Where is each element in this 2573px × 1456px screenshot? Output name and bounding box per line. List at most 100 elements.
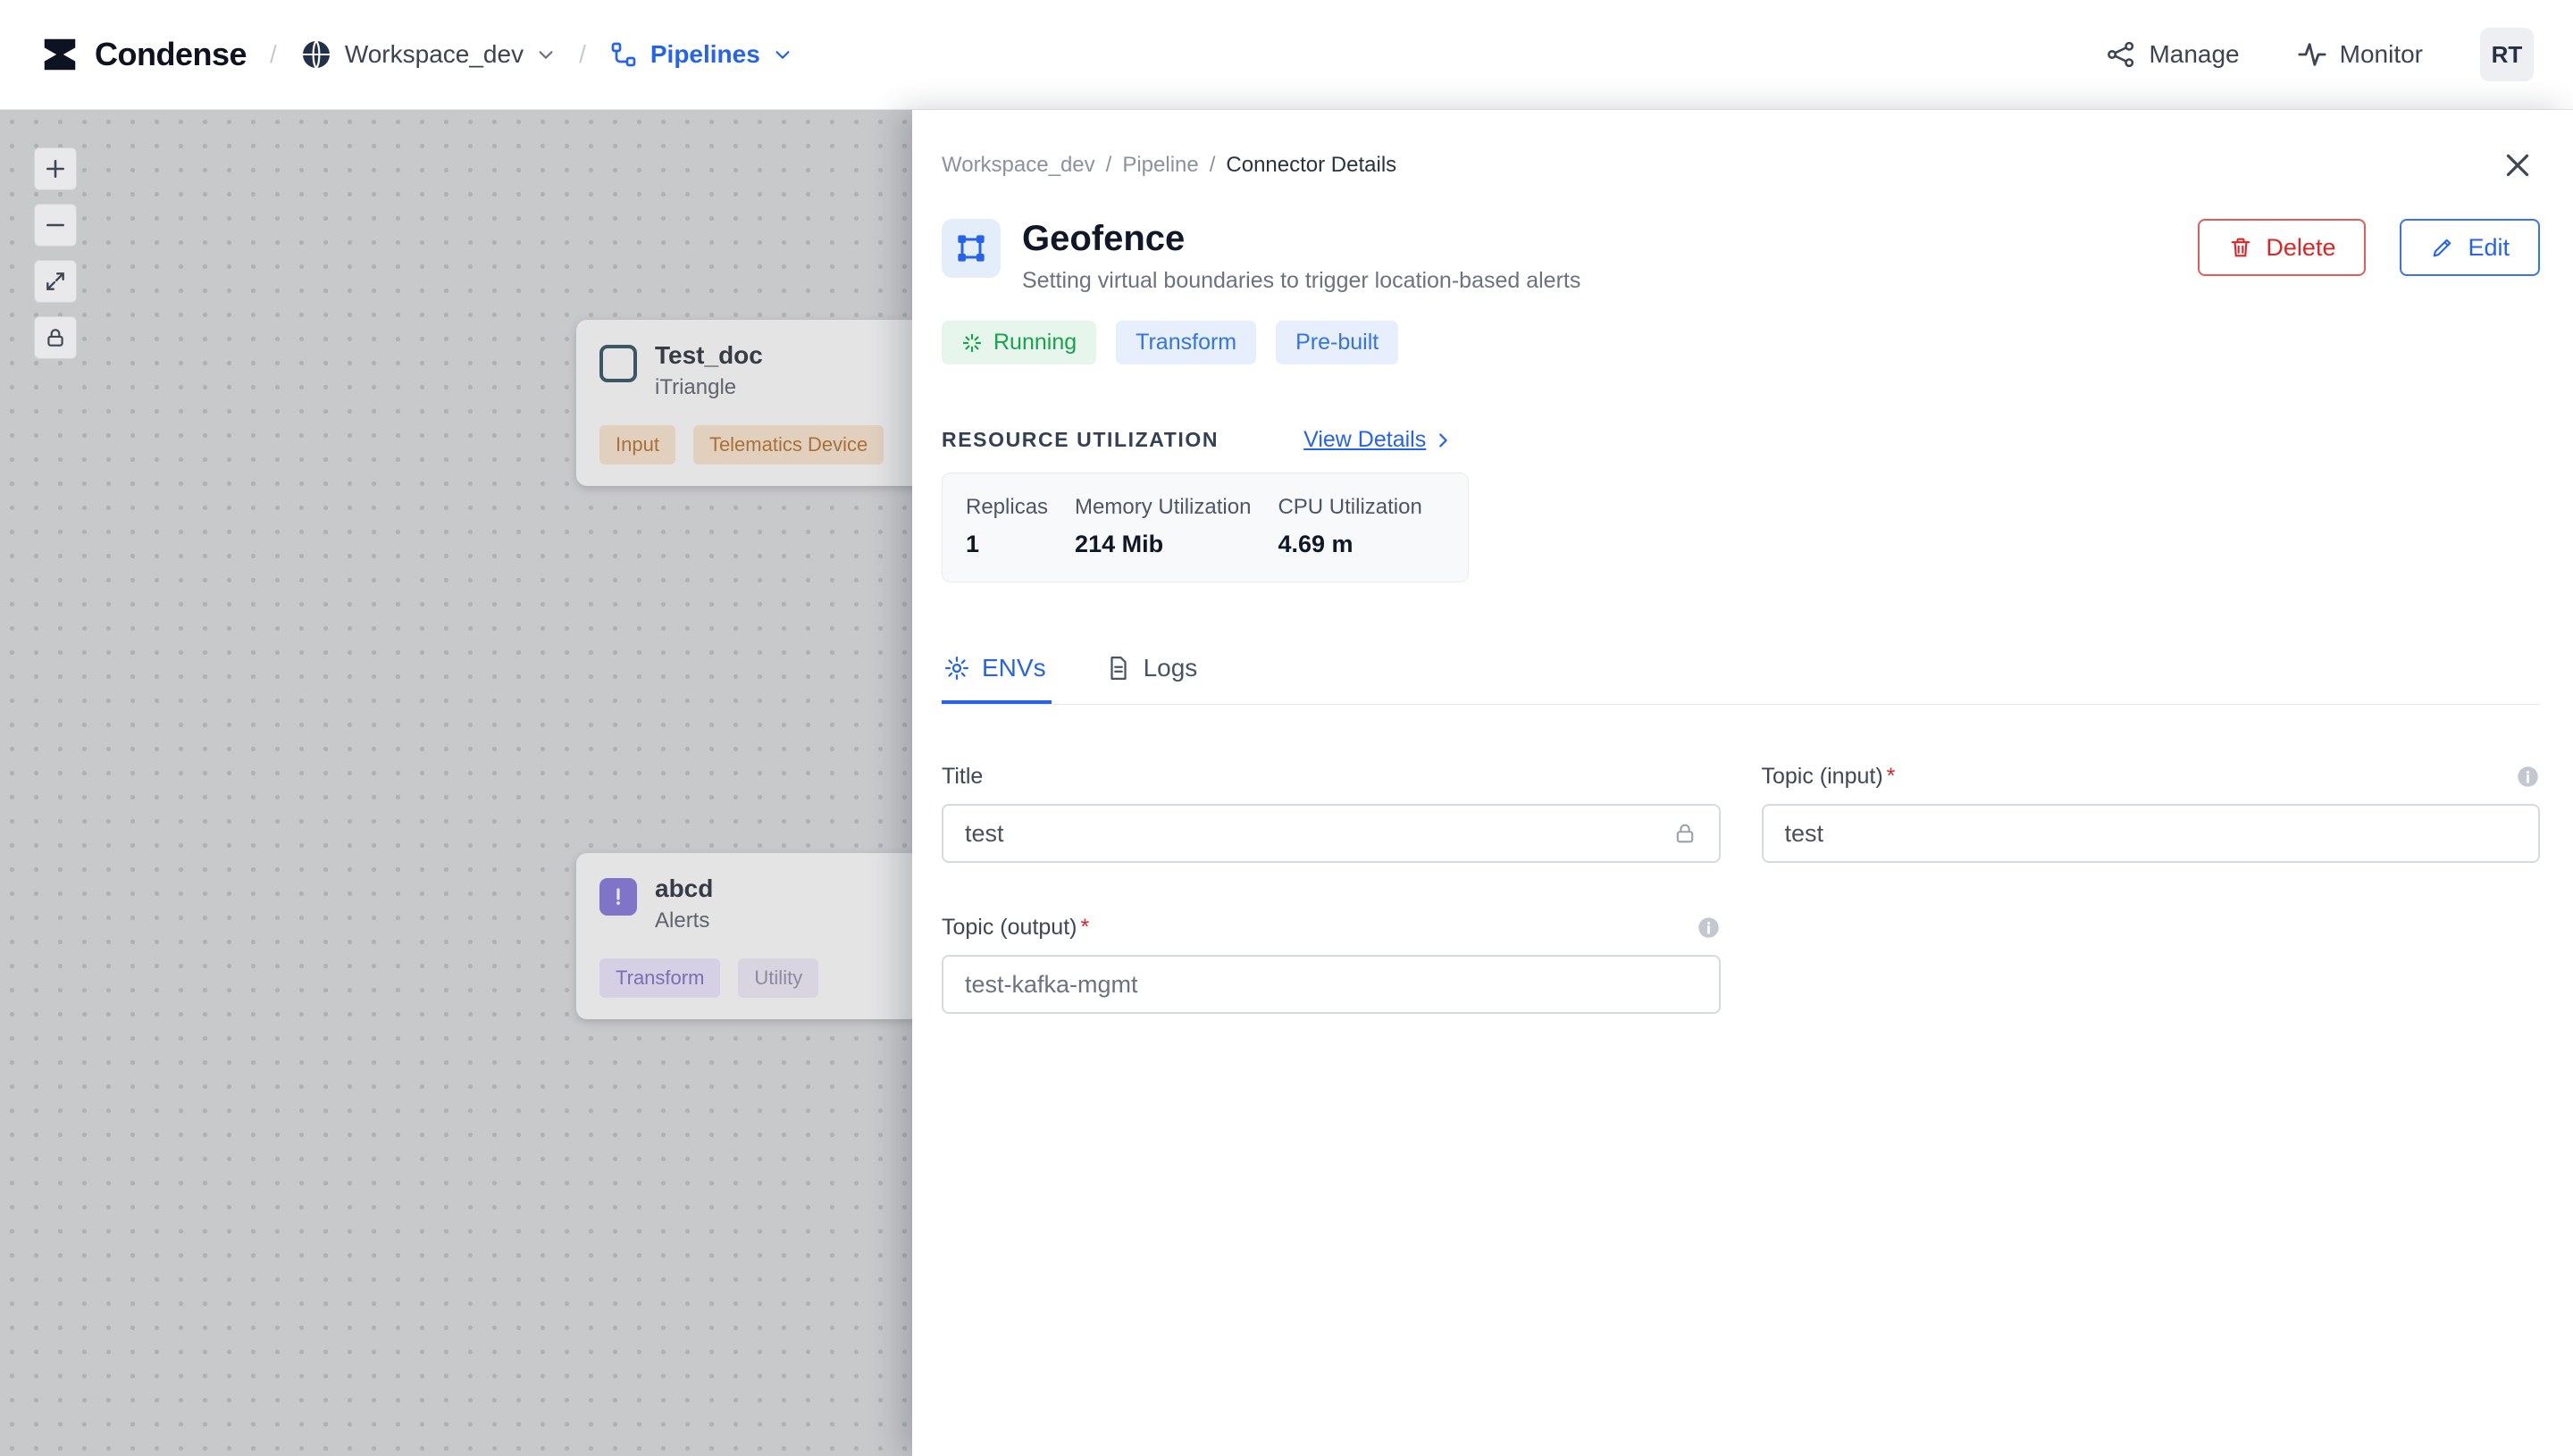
delete-button[interactable]: Delete — [2198, 219, 2367, 276]
metric-value: 4.69 m — [1278, 531, 1354, 557]
node-tag: Transform — [599, 958, 721, 998]
title-field-label: Title — [942, 764, 984, 789]
topic-output-value: test-kafka-mgmt — [965, 970, 1138, 998]
user-avatar[interactable]: RT — [2480, 28, 2534, 81]
connector-title: Geofence — [1022, 219, 1186, 258]
info-icon[interactable] — [2516, 765, 2540, 789]
tab-envs-label: ENVs — [982, 654, 1046, 682]
lock-icon — [47, 329, 63, 347]
breadcrumb-separator: / — [1209, 153, 1216, 177]
node-title: abcd — [655, 874, 714, 902]
topic-input-field-label: Topic (input) * — [1761, 764, 1896, 789]
plus-icon — [46, 160, 64, 178]
metric-cpu: CPU Utilization 4.69 m — [1278, 495, 1448, 558]
breadcrumb-current: Connector Details — [1226, 153, 1397, 177]
type-badge-label: Pre-built — [1295, 330, 1379, 355]
document-icon — [1110, 657, 1127, 680]
type-badge-label: Transform — [1136, 330, 1237, 355]
pipelines-menu[interactable]: Pipelines — [609, 40, 792, 69]
field-topic-output: Topic (output) * test-kafka-mgmt — [942, 915, 1721, 1014]
canvas-dim-overlay — [0, 110, 912, 1456]
node-tag: Utility — [738, 958, 819, 998]
resource-utilization-heading: RESOURCE UTILIZATION — [942, 428, 1219, 451]
pipelines-icon — [611, 42, 636, 67]
metric-value: 214 Mib — [1075, 531, 1164, 557]
globe-icon — [302, 40, 330, 69]
metric-memory: Memory Utilization 214 Mib — [1075, 495, 1278, 558]
connector-square-icon — [599, 345, 637, 382]
tab-logs-label: Logs — [1143, 654, 1198, 682]
breadcrumb-separator: / — [270, 40, 277, 68]
manage-icon — [2108, 41, 2134, 68]
connector-subtitle: Setting virtual boundaries to trigger lo… — [1022, 268, 1581, 293]
expand-icon — [46, 272, 64, 290]
connector-details-drawer: Workspace_dev / Pipeline / Connector Det… — [912, 110, 2573, 1456]
metric-label: Memory Utilization — [1075, 495, 1252, 519]
monitor-nav[interactable]: Monitor — [2297, 39, 2423, 70]
manage-nav-label: Manage — [2149, 40, 2240, 68]
tab-logs[interactable]: Logs — [1103, 654, 1203, 704]
lock-icon — [1676, 824, 1693, 843]
lock-canvas-button[interactable] — [34, 316, 77, 359]
chevron-down-icon — [775, 51, 790, 59]
metric-replicas: Replicas 1 — [943, 495, 1075, 558]
required-asterisk: * — [1080, 915, 1090, 940]
drawer-tabs: ENVs Logs — [942, 654, 2540, 705]
chevron-right-icon — [1439, 432, 1448, 448]
zoom-out-button[interactable] — [34, 204, 77, 247]
node-subtitle: Alerts — [655, 908, 710, 933]
workspace-menu-label: Workspace_dev — [344, 40, 524, 68]
fit-view-button[interactable] — [34, 260, 77, 303]
topic-output-field-label: Topic (output) * — [942, 915, 1090, 940]
metric-label: Replicas — [966, 495, 1049, 519]
brand-name: Condense — [95, 36, 247, 72]
topic-input-input[interactable]: test — [1761, 804, 2540, 863]
metric-label: CPU Utilization — [1278, 495, 1422, 519]
type-badge-transform: Transform — [1116, 321, 1257, 364]
status-badge-label: Running — [993, 330, 1077, 355]
brand[interactable]: Condense — [39, 34, 247, 75]
close-icon — [2506, 154, 2529, 177]
pencil-icon — [2434, 238, 2451, 257]
node-subtitle: iTriangle — [655, 375, 737, 399]
title-input-value: test — [965, 819, 1004, 847]
type-badge-prebuilt: Pre-built — [1276, 321, 1399, 364]
workspace-menu[interactable]: Workspace_dev — [300, 38, 556, 71]
manage-nav[interactable]: Manage — [2106, 39, 2240, 70]
metric-value: 1 — [966, 531, 980, 557]
breadcrumb-separator: / — [579, 40, 586, 68]
topic-output-input[interactable]: test-kafka-mgmt — [942, 955, 1721, 1014]
zoom-in-button[interactable] — [34, 147, 77, 190]
pipelines-menu-label: Pipelines — [650, 40, 760, 68]
spinner-icon — [962, 333, 982, 352]
edit-button[interactable]: Edit — [2400, 219, 2540, 276]
view-details-link[interactable]: View Details — [1303, 427, 1453, 453]
title-input[interactable]: test — [942, 804, 1721, 863]
close-drawer-button[interactable] — [2502, 149, 2534, 181]
breadcrumb-workspace[interactable]: Workspace_dev — [942, 153, 1095, 178]
minus-icon — [46, 223, 64, 227]
resource-metrics-card: Replicas 1 Memory Utilization 214 Mib CP… — [942, 473, 1469, 582]
alert-icon — [599, 878, 637, 916]
node-title: Test_doc — [655, 341, 763, 369]
topic-input-value: test — [1784, 819, 1824, 847]
drawer-breadcrumb: Workspace_dev / Pipeline / Connector Det… — [942, 153, 2540, 178]
breadcrumb-pipeline[interactable]: Pipeline — [1122, 153, 1198, 178]
delete-button-label: Delete — [2266, 233, 2336, 261]
info-icon[interactable] — [1697, 916, 1721, 940]
required-asterisk: * — [1886, 764, 1896, 789]
geofence-icon — [942, 219, 1001, 278]
trash-icon — [2232, 238, 2250, 257]
top-bar: Condense / Workspace_dev / Pipelines Man… — [0, 0, 2573, 110]
gear-icon — [945, 657, 968, 680]
monitor-icon — [2298, 43, 2326, 66]
canvas-zoom-controls — [34, 147, 77, 359]
view-details-label: View Details — [1303, 427, 1427, 452]
breadcrumb-separator: / — [1105, 153, 1112, 177]
chevron-down-icon — [539, 51, 553, 59]
node-tag: Telematics Device — [692, 425, 884, 464]
field-title: Title test — [942, 764, 1721, 863]
pipeline-canvas[interactable]: Test_doc iTriangle Input Telematics Devi… — [0, 110, 1063, 1456]
field-topic-input: Topic (input) * test — [1761, 764, 2540, 863]
tab-envs[interactable]: ENVs — [942, 654, 1052, 704]
